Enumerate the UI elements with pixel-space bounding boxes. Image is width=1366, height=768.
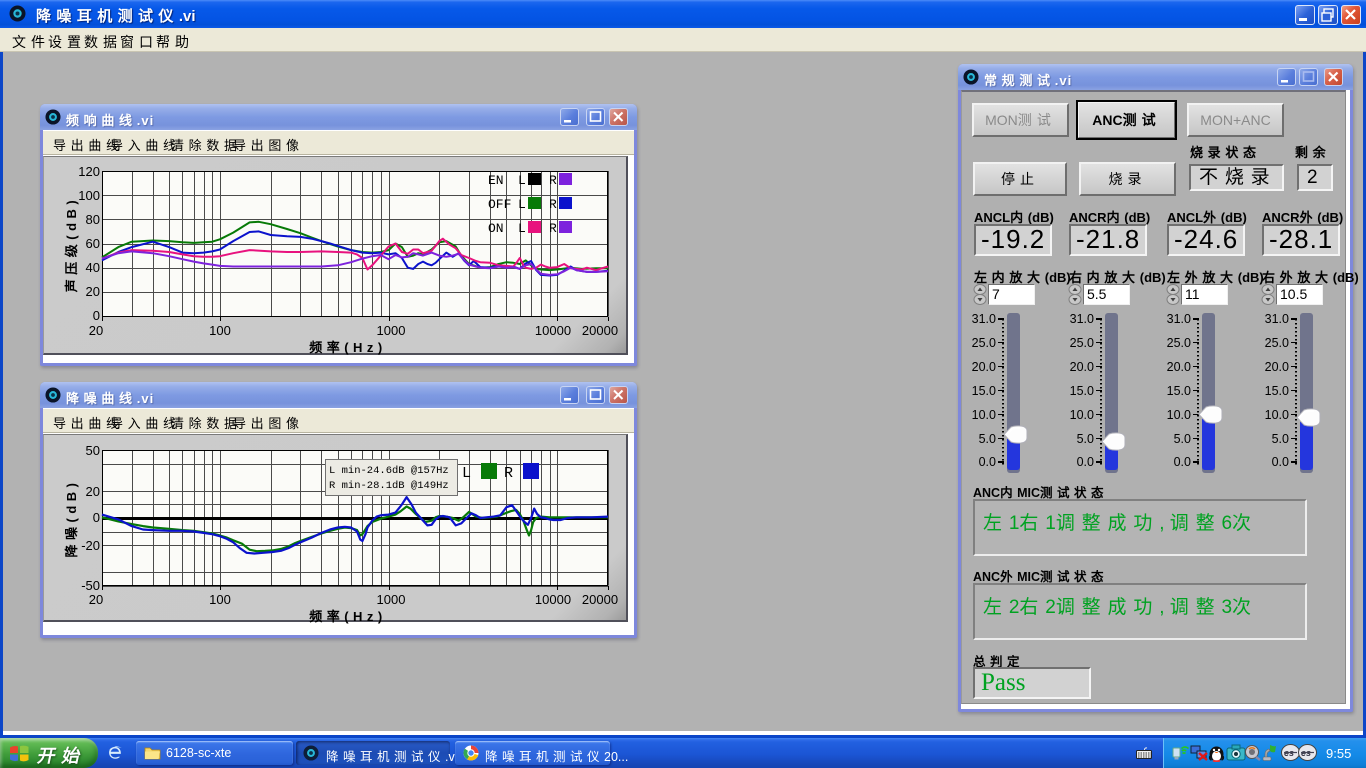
svg-text:R: R [549,173,557,188]
svg-text:-20: -20 [81,538,100,553]
svg-text:50: 50 [86,443,100,458]
svg-text:R: R [549,197,557,212]
svg-text:100: 100 [209,323,231,338]
svg-text:0: 0 [93,308,100,323]
svg-text:-50: -50 [81,578,100,593]
svg-text:L: L [462,465,471,482]
svg-text:R min-28.1dB @149Hz: R min-28.1dB @149Hz [329,480,449,492]
svg-text:20000: 20000 [582,323,618,338]
svg-text:R: R [549,221,557,236]
svg-text:1000: 1000 [377,323,406,338]
svg-text:L min-24.6dB @157Hz: L min-24.6dB @157Hz [329,465,449,477]
svg-text:L: L [518,221,526,236]
svg-text:60: 60 [86,236,100,251]
svg-text:0: 0 [93,510,100,525]
svg-text:20: 20 [86,284,100,299]
svg-text:R: R [504,465,513,482]
svg-text:L: L [518,197,526,212]
svg-text:ON: ON [488,221,504,236]
svg-text:L: L [518,173,526,188]
svg-text:EN: EN [488,173,504,188]
svg-text:100: 100 [78,188,100,203]
svg-text:80: 80 [86,212,100,227]
svg-text:20: 20 [86,484,100,499]
svg-text:频率(Hz): 频率(Hz) [309,340,387,355]
svg-text:1000: 1000 [377,592,406,607]
svg-text:20: 20 [89,323,103,338]
svg-text:声压级(dB): 声压级(dB) [64,196,79,294]
svg-text:100: 100 [209,592,231,607]
svg-text:40: 40 [86,260,100,275]
svg-text:10000: 10000 [535,323,571,338]
svg-text:20000: 20000 [582,592,618,607]
svg-text:OFF: OFF [488,197,511,212]
svg-text:10000: 10000 [535,592,571,607]
svg-text:频率(Hz): 频率(Hz) [309,609,387,624]
svg-text:降噪(dB): 降噪(dB) [64,479,79,558]
svg-text:120: 120 [78,164,100,179]
svg-text:20: 20 [89,592,103,607]
